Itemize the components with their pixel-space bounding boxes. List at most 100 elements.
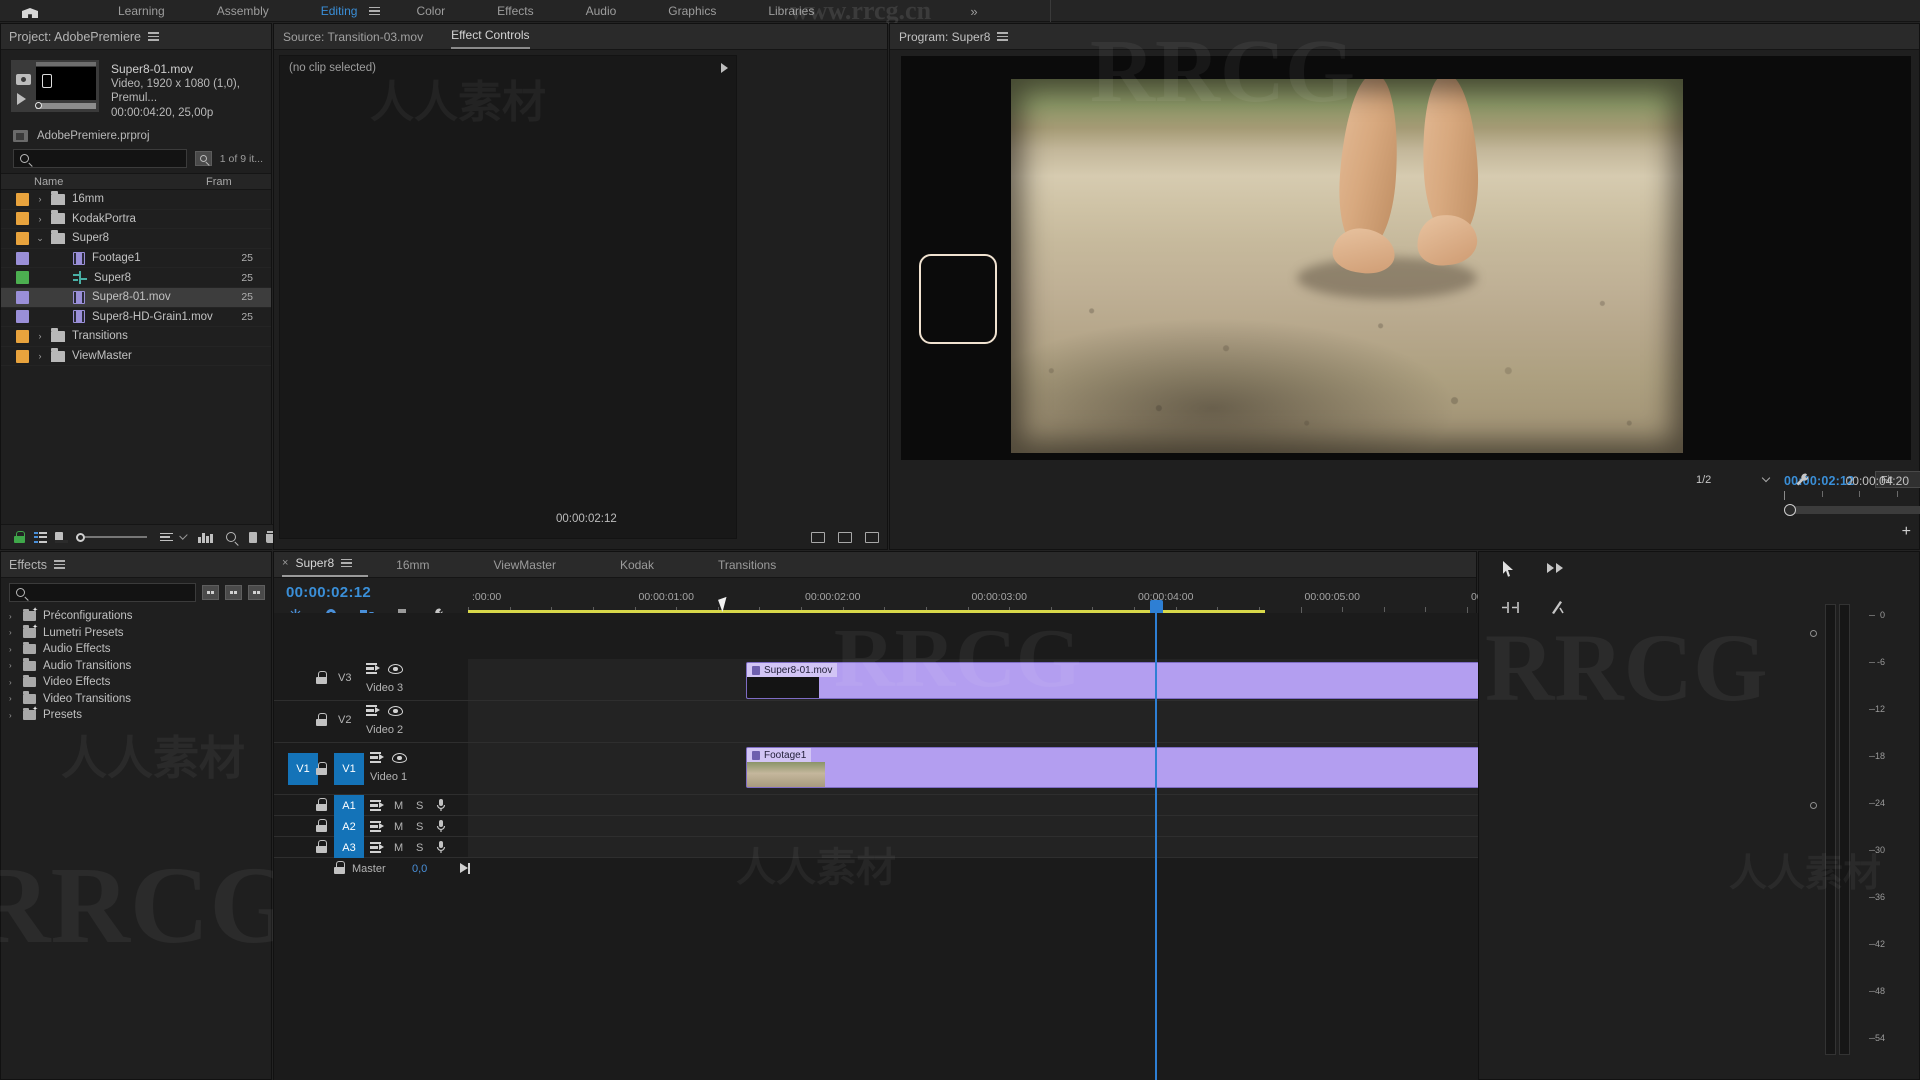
effects-search-input[interactable] — [30, 586, 195, 599]
effects-search-box[interactable] — [9, 583, 196, 602]
chevron-down-icon[interactable] — [178, 531, 187, 540]
effect-controls-keyframe-icon[interactable] — [865, 532, 879, 543]
workspace-tab-libraries[interactable]: Libraries — [742, 0, 840, 22]
program-panel-menu-icon[interactable] — [997, 32, 1009, 41]
project-item-row[interactable]: › KodakPortra — [1, 210, 271, 230]
effects-tree-item[interactable]: › Video Transitions — [1, 691, 271, 708]
disclosure-triangle-icon[interactable]: › — [9, 661, 16, 670]
list-view-icon[interactable] — [33, 531, 47, 543]
disclosure-triangle-icon[interactable]: › — [9, 628, 16, 637]
workspace-overflow-icon[interactable]: » — [970, 4, 977, 19]
play-icon[interactable] — [17, 93, 26, 105]
project-search-box[interactable] — [13, 149, 187, 168]
32bit-color-filter-button[interactable] — [225, 585, 242, 600]
project-panel-menu-icon[interactable] — [148, 32, 160, 41]
track-a2-lock-icon[interactable] — [316, 819, 327, 832]
effect-controls-settings-icon[interactable] — [838, 532, 852, 543]
razor-tool-icon[interactable] — [1549, 599, 1565, 620]
workspace-tab-graphics[interactable]: Graphics — [642, 0, 742, 22]
project-item-row[interactable]: › Transitions — [1, 327, 271, 347]
tab-sequence-kodak[interactable]: Kodak — [578, 558, 676, 577]
project-item-row[interactable]: Super8-01.mov 25 — [1, 287, 271, 308]
track-a3-lock-icon[interactable] — [316, 840, 327, 853]
track-v2-lock-icon[interactable] — [316, 713, 327, 726]
workspace-tab-color[interactable]: Color — [390, 0, 471, 22]
project-item-row[interactable]: Super8-HD-Grain1.mov 25 — [1, 308, 271, 328]
audio-meters[interactable]: 0 -6 -12 -18 -24 -30 -36 -42 -48 -54 — [1825, 604, 1911, 1055]
track-select-forward-icon[interactable] — [1546, 561, 1564, 581]
program-zoom-scrollbar[interactable] — [1784, 504, 1920, 516]
timeline-clip-super8-01[interactable]: Super8-01.mov — [746, 662, 1544, 699]
track-a1-lock-icon[interactable] — [316, 798, 327, 811]
track-a2-target-toggle[interactable]: A2 — [334, 816, 364, 837]
timeline-clip-footage1[interactable]: Footage1 — [746, 747, 1544, 788]
tab-sequence-super8[interactable]: × Super8 — [282, 556, 369, 577]
column-header-name[interactable]: Name — [1, 176, 206, 188]
clip-thumbnail[interactable] — [11, 60, 99, 112]
program-duration[interactable]: 00:00:04:20 — [1846, 474, 1909, 488]
track-master-value[interactable]: 0,0 — [412, 863, 427, 875]
track-a3-solo[interactable]: S — [416, 842, 423, 854]
settings-wrench-icon[interactable] — [1795, 472, 1811, 493]
track-height-handle-bottom[interactable] — [1810, 802, 1817, 809]
effects-panel-menu-icon[interactable] — [53, 560, 65, 569]
accelerated-effects-filter-button[interactable] — [202, 585, 219, 600]
effects-tree-item[interactable]: › Préconfigurations — [1, 606, 271, 625]
zoom-slider[interactable] — [75, 532, 147, 542]
track-height-handle-top[interactable] — [1810, 630, 1817, 637]
disclosure-triangle-icon[interactable]: › — [9, 711, 16, 720]
workspace-tab-learning[interactable]: Learning — [92, 0, 191, 22]
project-search-input[interactable] — [34, 152, 186, 165]
tab-effect-controls[interactable]: Effect Controls — [451, 28, 530, 49]
track-v2-visibility-icon[interactable] — [388, 706, 403, 716]
tab-source-monitor[interactable]: Source: Transition-03.mov — [283, 30, 423, 49]
workspace-tab-audio[interactable]: Audio — [560, 0, 643, 22]
track-master-lock-icon[interactable] — [334, 861, 345, 874]
program-resolution-select[interactable]: 1/2 — [1696, 471, 1771, 488]
automate-to-sequence-icon[interactable] — [198, 532, 213, 543]
track-a2-mute[interactable]: M — [394, 821, 403, 833]
track-a3-mic-icon[interactable] — [436, 840, 446, 859]
go-to-end-icon[interactable] — [460, 863, 470, 874]
workspace-menu-icon[interactable] — [369, 6, 381, 16]
selection-tool-icon[interactable] — [1501, 560, 1516, 582]
track-a1-mic-icon[interactable] — [436, 798, 446, 817]
project-item-row[interactable]: Super8 25 — [1, 268, 271, 288]
sort-icon[interactable] — [159, 532, 173, 542]
track-v1-target-icon[interactable] — [370, 752, 384, 763]
program-monitor-viewport[interactable] — [901, 56, 1911, 460]
track-a2-mic-icon[interactable] — [436, 819, 446, 838]
close-icon[interactable]: × — [282, 557, 288, 569]
tab-sequence-viewmaster[interactable]: ViewMaster — [451, 558, 577, 577]
find-button[interactable] — [194, 151, 212, 166]
disclosure-triangle-icon[interactable]: ⌄ — [29, 233, 51, 244]
track-a2-area[interactable] — [468, 816, 1478, 836]
track-v1-source-patch[interactable]: V1 — [288, 753, 318, 785]
tab-sequence-16mm[interactable]: 16mm — [368, 558, 451, 577]
track-v3-target-icon[interactable] — [366, 663, 380, 674]
effect-controls-zoom-icon[interactable] — [811, 532, 825, 543]
disclosure-triangle-icon[interactable]: › — [29, 351, 51, 361]
column-header-frame[interactable]: Fram — [206, 176, 232, 188]
disclosure-triangle-icon[interactable]: › — [29, 331, 51, 341]
track-a1-mute[interactable]: M — [394, 800, 403, 812]
timeline-panel-menu-icon[interactable] — [341, 558, 353, 568]
tab-sequence-transitions[interactable]: Transitions — [676, 558, 798, 577]
effects-tree-item[interactable]: › Video Effects — [1, 674, 271, 691]
workspace-tab-assembly[interactable]: Assembly — [191, 0, 295, 22]
camera-icon[interactable] — [16, 74, 31, 85]
track-v3-id[interactable]: V3 — [338, 672, 351, 684]
thumbnail-scrubber[interactable] — [36, 103, 96, 109]
track-a3-target-icon[interactable] — [370, 842, 384, 853]
program-time-ruler[interactable] — [1784, 491, 1920, 505]
track-v1-visibility-icon[interactable] — [392, 753, 407, 763]
ripple-edit-icon[interactable] — [1501, 600, 1519, 620]
project-item-row[interactable]: › 16mm — [1, 190, 271, 210]
workspace-tab-effects[interactable]: Effects — [471, 0, 559, 22]
find-icon[interactable] — [225, 532, 236, 542]
track-a3-target-toggle[interactable]: A3 — [334, 837, 364, 858]
track-v1-target-toggle[interactable]: V1 — [334, 753, 364, 785]
project-item-row[interactable]: ⌄ Super8 — [1, 229, 271, 249]
track-v2-id[interactable]: V2 — [338, 714, 351, 726]
source-timecode[interactable]: 00:00:02:12 — [556, 513, 617, 525]
